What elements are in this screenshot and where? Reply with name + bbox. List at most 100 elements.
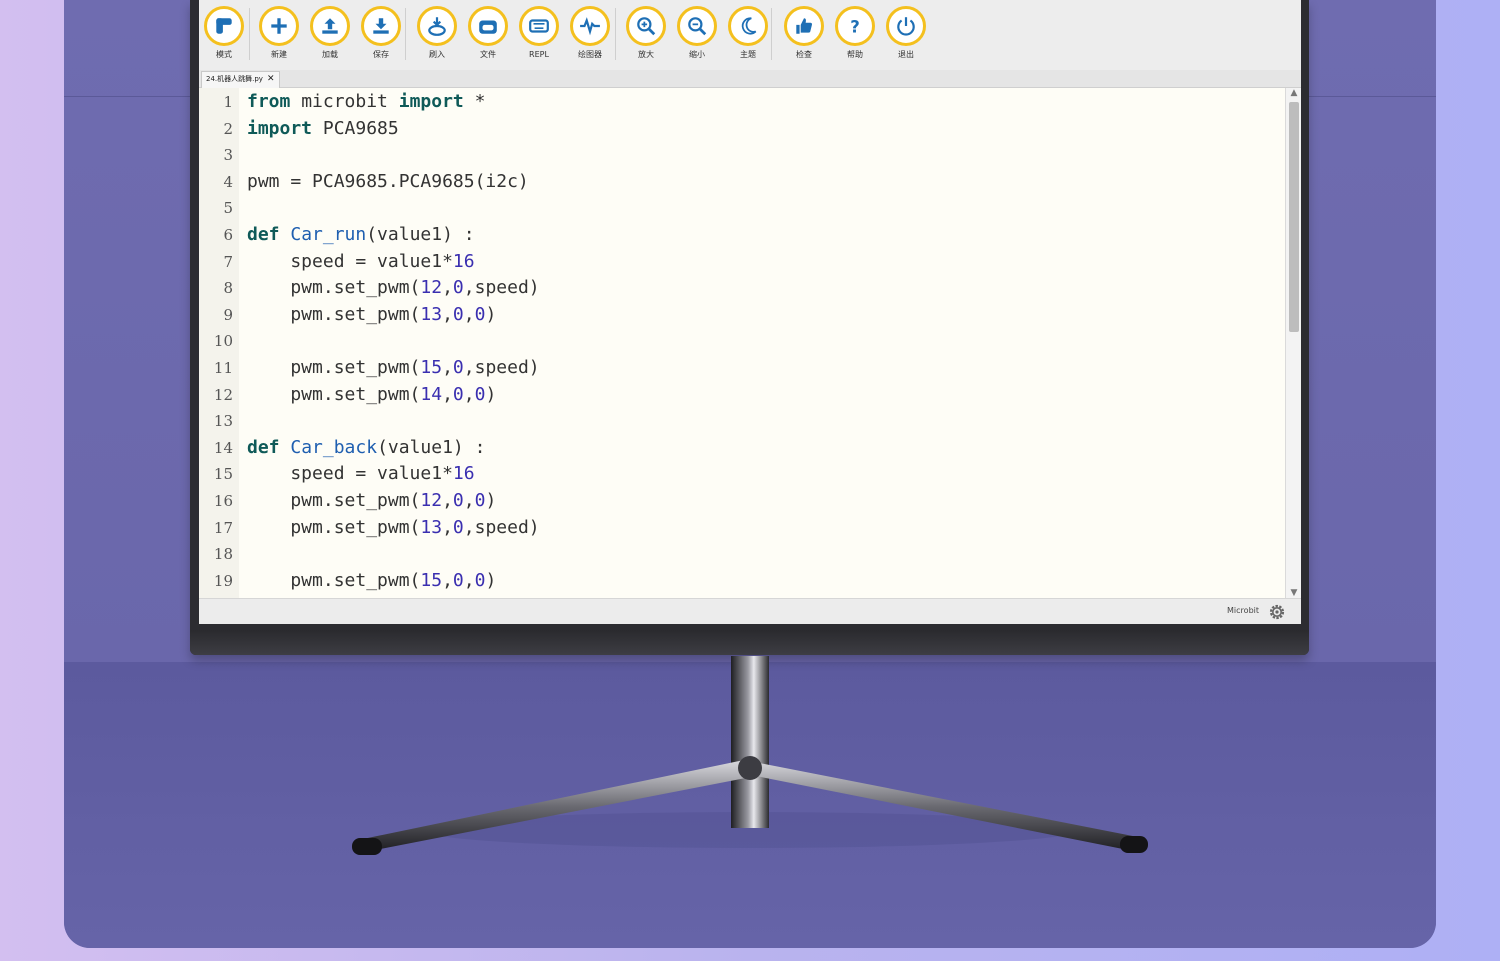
code-line[interactable]: 9 pwm.set_pwm(13,0,0) (199, 302, 1285, 328)
mode-button[interactable]: 模式 (201, 6, 247, 59)
scroll-up-icon[interactable]: ▲ (1286, 88, 1301, 98)
line-number: 19 (213, 571, 233, 590)
code-line[interactable]: 4 pwm = PCA9685.PCA9685(i2c) (199, 169, 1285, 195)
line-number: 5 (223, 199, 233, 218)
panel-desk (64, 662, 1436, 948)
tab-bar: 24.机器人跳舞.py ✕ (199, 70, 1301, 88)
plotter-label: 绘图器 (578, 50, 602, 59)
close-icon[interactable]: ✕ (267, 74, 275, 84)
repl-label: REPL (529, 50, 549, 59)
plotter-button[interactable]: 绘图器 (567, 6, 613, 59)
zoomout-label: 缩小 (689, 50, 705, 59)
monitor-chin (190, 630, 1309, 655)
code-text: pwm = PCA9685.PCA9685(i2c) (247, 170, 529, 192)
code-text: def Car_run(value1) : (247, 224, 475, 245)
line-number: 8 (223, 279, 233, 298)
code-line[interactable]: 12 pwm.set_pwm(14,0,0) (199, 382, 1285, 408)
line-number: 15 (213, 465, 233, 484)
code-text: speed = value1*16 (247, 463, 475, 485)
code-line[interactable]: 16 pwm.set_pwm(12,0,0) (199, 488, 1285, 514)
mode-icon[interactable] (204, 6, 244, 46)
power-icon[interactable] (886, 6, 926, 46)
save-label: 保存 (373, 50, 389, 59)
folder-icon[interactable] (468, 6, 508, 46)
file-tab[interactable]: 24.机器人跳舞.py ✕ (201, 71, 280, 88)
download-icon[interactable] (361, 6, 401, 46)
code-text: pwm.set_pwm(13,0,speed) (247, 516, 540, 538)
code-line[interactable]: 18 (199, 541, 1285, 567)
zoomin-label: 放大 (638, 50, 654, 59)
check-label: 检查 (796, 50, 812, 59)
moon-icon[interactable] (728, 6, 768, 46)
toolbar-separator (405, 8, 406, 60)
flash-button[interactable]: 刷入 (414, 6, 460, 59)
mode-indicator[interactable]: Microbit (1227, 606, 1259, 615)
code-line[interactable]: 6 def Car_run(value1) : (199, 222, 1285, 248)
toolbar: 模式 新建 加载 保存 刷入 文件 REPL 绘图器 放大 缩小 主题 检查? 帮助 退出 (199, 0, 1301, 70)
zoom-out-icon[interactable] (677, 6, 717, 46)
code-line[interactable]: 5 (199, 195, 1285, 221)
line-number: 12 (213, 385, 233, 404)
code-text: pwm.set_pwm(12,0,0) (247, 490, 497, 511)
toolbar-separator (771, 8, 772, 60)
code-line[interactable]: 10 (199, 328, 1285, 354)
theme-button[interactable]: 主题 (725, 6, 771, 59)
code-line[interactable]: 17 pwm.set_pwm(13,0,speed) (199, 515, 1285, 541)
files-button[interactable]: 文件 (465, 6, 511, 59)
code-line[interactable]: 15 speed = value1*16 (199, 461, 1285, 487)
code-editor[interactable]: 1 from microbit import * 2 import PCA9685 3 4… (199, 88, 1285, 598)
line-number: 9 (223, 305, 233, 324)
files-label: 文件 (480, 50, 496, 59)
line-number: 4 (223, 172, 233, 191)
scroll-down-icon[interactable]: ▼ (1286, 588, 1301, 598)
panel-line-right (1309, 96, 1436, 97)
new-button[interactable]: 新建 (256, 6, 302, 59)
zoomin-button[interactable]: 放大 (623, 6, 669, 59)
scrollbar-thumb[interactable] (1289, 102, 1299, 332)
line-number: 10 (213, 332, 233, 351)
check-button[interactable]: 检查 (781, 6, 827, 59)
gear-icon[interactable] (1267, 602, 1287, 622)
status-bar: Microbit (199, 598, 1301, 624)
code-line[interactable]: 1 from microbit import * (199, 89, 1285, 115)
thumbs-up-icon[interactable] (784, 6, 824, 46)
toolbar-separator (249, 8, 250, 60)
load-label: 加载 (322, 50, 338, 59)
help-button[interactable]: ? 帮助 (832, 6, 878, 59)
code-line[interactable]: 8 pwm.set_pwm(12,0,speed) (199, 275, 1285, 301)
question-icon[interactable]: ? (835, 6, 875, 46)
code-line[interactable]: 7 speed = value1*16 (199, 249, 1285, 275)
flash-icon[interactable] (417, 6, 457, 46)
code-line[interactable]: 11 pwm.set_pwm(15,0,speed) (199, 355, 1285, 381)
save-button[interactable]: 保存 (358, 6, 404, 59)
code-line[interactable]: 3 (199, 142, 1285, 168)
help-label: 帮助 (847, 50, 863, 59)
keyboard-icon[interactable] (519, 6, 559, 46)
code-text: def Car_back(value1) : (247, 436, 486, 458)
upload-icon[interactable] (310, 6, 350, 46)
vertical-scrollbar[interactable]: ▲ ▼ (1285, 88, 1301, 598)
quit-button[interactable]: 退出 (883, 6, 929, 59)
code-line[interactable]: 2 import PCA9685 (199, 116, 1285, 142)
zoomout-button[interactable]: 缩小 (674, 6, 720, 59)
new-label: 新建 (271, 50, 287, 59)
editor-window: 模式 新建 加载 保存 刷入 文件 REPL 绘图器 放大 缩小 主题 检查? 帮助 退出 24.机器人跳… (199, 0, 1301, 624)
code-text: pwm.set_pwm(12,0,speed) (247, 277, 540, 299)
line-number: 18 (213, 545, 233, 564)
panel-line-left (64, 96, 190, 97)
code-line[interactable]: 19 pwm.set_pwm(15,0,0) (199, 568, 1285, 594)
line-number: 13 (213, 412, 233, 431)
code-line[interactable]: 14 def Car_back(value1) : (199, 435, 1285, 461)
pulse-icon[interactable] (570, 6, 610, 46)
zoom-in-icon[interactable] (626, 6, 666, 46)
file-tab-label: 24.机器人跳舞.py (206, 75, 263, 83)
code-text: from microbit import * (247, 91, 486, 112)
code-text: pwm.set_pwm(13,0,0) (247, 303, 497, 325)
line-number: 3 (223, 146, 233, 165)
mode-label: 模式 (216, 50, 232, 59)
line-number: 7 (223, 252, 233, 271)
code-line[interactable]: 13 (199, 408, 1285, 434)
load-button[interactable]: 加载 (307, 6, 353, 59)
repl-button[interactable]: REPL (516, 6, 562, 59)
plus-icon[interactable] (259, 6, 299, 46)
